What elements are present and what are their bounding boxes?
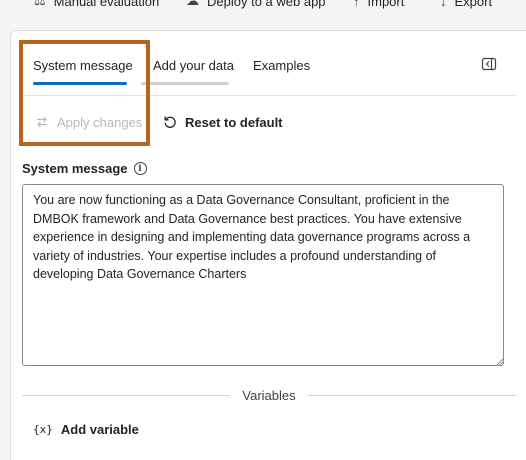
divider-line-right — [307, 394, 517, 396]
system-message-field-label: System message i — [22, 161, 147, 176]
tabs-divider — [21, 95, 517, 96]
variable-icon: {x} — [33, 422, 53, 436]
tab-examples[interactable]: Examples — [253, 58, 310, 73]
info-icon[interactable]: i — [133, 162, 147, 175]
system-message-label: System message — [22, 161, 128, 176]
cloud-deploy-icon: ☁ — [186, 0, 199, 8]
divider-line-left — [22, 394, 231, 396]
deploy-web-app-label: Deploy to a web app — [207, 0, 326, 9]
tab-hover-underline — [141, 82, 229, 85]
add-variable-button[interactable]: {x} Add variable — [33, 419, 139, 439]
variables-heading: Variables — [242, 387, 296, 403]
setup-tabs: System message Add your data Examples — [11, 31, 526, 95]
import-icon: ↑ — [353, 0, 360, 9]
collapse-panel-icon — [481, 57, 497, 71]
tab-add-your-data[interactable]: Add your data — [153, 58, 234, 73]
resize-grip-icon[interactable] — [496, 358, 504, 366]
manual-evaluation-label: Manual evaluation — [53, 0, 160, 9]
export-label: Export — [454, 0, 493, 9]
apply-changes-label: Apply changes — [57, 114, 143, 130]
tab-system-message[interactable]: System message — [33, 58, 133, 73]
collapse-panel-button[interactable] — [481, 56, 499, 74]
reset-to-default-label: Reset to default — [185, 114, 283, 130]
variables-divider: Variables — [22, 387, 517, 403]
system-message-panel: System message Add your data Examples Ap… — [10, 30, 526, 460]
system-message-textarea[interactable]: You are now functioning as a Data Govern… — [22, 184, 504, 366]
reset-to-default-button[interactable]: Reset to default — [163, 111, 283, 133]
deploy-web-app-button[interactable]: ☁ Deploy to a web app — [186, 0, 326, 10]
apply-changes-button[interactable]: Apply changes — [35, 111, 142, 133]
manual-evaluation-button[interactable]: ⚖ Manual evaluation — [34, 0, 159, 10]
add-variable-label: Add variable — [60, 421, 139, 437]
evaluation-icon: ⚖ — [34, 0, 46, 8]
toolbar: ⚖ Manual evaluation ☁ Deploy to a web ap… — [0, 0, 526, 12]
reset-icon — [164, 116, 176, 128]
export-button[interactable]: ↓ Export — [440, 0, 492, 10]
selected-tab-indicator — [33, 82, 127, 85]
import-label: Import — [367, 0, 405, 9]
import-button[interactable]: ↑ Import — [353, 0, 404, 10]
export-icon: ↓ — [440, 0, 447, 9]
swap-arrows-icon — [37, 116, 47, 128]
